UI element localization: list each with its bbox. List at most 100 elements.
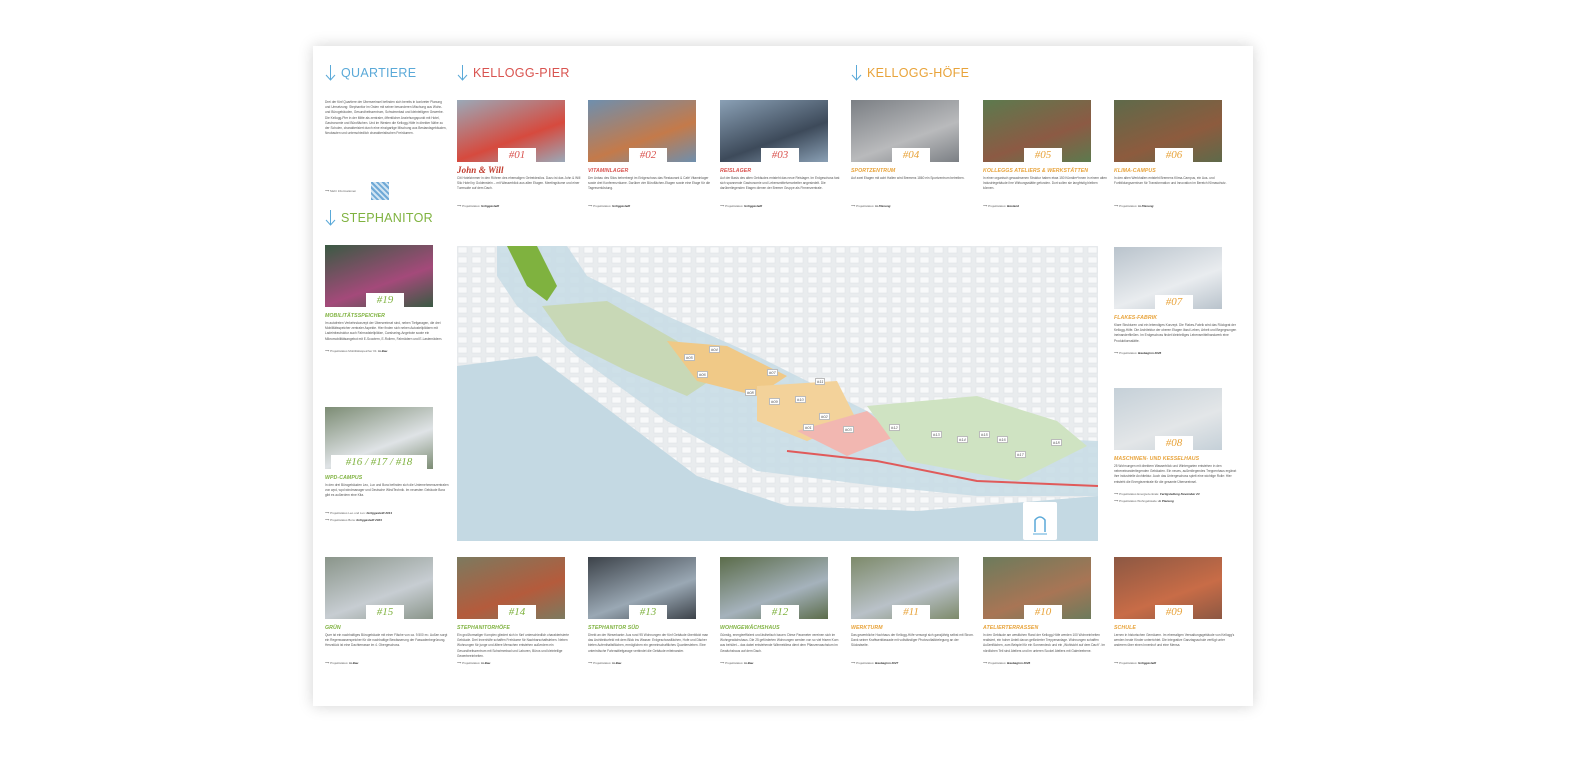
project-photo: #09 — [1114, 557, 1222, 619]
section-title: QUARTIERE — [341, 66, 417, 80]
status-value: Baubeginn 2026 — [1138, 351, 1162, 355]
more-info-link[interactable]: ⟶ Mehr Informationen — [325, 189, 356, 193]
section-title: KELLOGG-PIER — [473, 66, 570, 80]
status-label: ⟶ Projektstatus Leo und Lux: — [325, 511, 367, 515]
map-label[interactable]: #05 — [684, 354, 695, 361]
project-description: Lernen in historischen Gemäuern. Im ehem… — [1114, 633, 1235, 648]
status-value: fertiggestellt — [481, 204, 500, 208]
project-title: MASCHINEN- UND KESSELHAUS — [1114, 456, 1200, 462]
project-title: WPD-CAMPUS — [325, 475, 363, 481]
status-value: Baubeginn 2026 — [1007, 661, 1031, 665]
project-description: Im autofreien Verkehrskonzept der Überse… — [325, 321, 443, 341]
project-status: ⟶ Projektstatus Energiezentrale: Fertigs… — [1114, 492, 1200, 496]
project-photo: #03 — [720, 100, 828, 162]
map-label[interactable]: #02 — [819, 413, 830, 420]
project-description: Klare Strukturen und ein lebendiges Konz… — [1114, 323, 1237, 343]
project-status: ⟶ Projektstatus: in Bau — [457, 661, 490, 665]
project-title: STEPHANITOR SÜD — [588, 625, 639, 631]
intro-text: Drei der fünf Quartiere der Überseeinsel… — [325, 100, 447, 136]
map-label[interactable]: #14 — [957, 436, 968, 443]
project-status: ⟶ Projektstatus: Baubeginn 2026 — [1114, 351, 1161, 355]
project-description: In einer organisch gewachsenen Struktur … — [983, 176, 1107, 191]
project-description: In den drei Bürogebäuden Leo, Lux und Bo… — [325, 483, 449, 498]
project-description: In den alten Werkhallen entsteht Bremens… — [1114, 176, 1227, 186]
map-label[interactable]: #16 — [997, 436, 1008, 443]
site-map: #04 #05 #06 #07 #08 #09 #10 #01 #02 #03 #11 #12 #13 #… — [457, 246, 1098, 541]
status-value: fertiggestellt — [612, 204, 631, 208]
project-title: WERKTURM — [851, 625, 883, 631]
project-description: Ein großformatiger Komplex gliedert sich… — [457, 633, 569, 658]
project-title: SPORTZENTRUM — [851, 168, 896, 174]
status-value: in Bau — [744, 661, 754, 665]
arrow-down-icon — [851, 65, 862, 81]
project-photo: #06 — [1114, 100, 1222, 162]
section-header-kellogg-pier: KELLOGG-PIER — [457, 64, 570, 82]
project-photo: #11 — [851, 557, 959, 619]
status-label: ⟶ Projektstatus: — [457, 204, 482, 208]
status-label: ⟶ Projektstatus: — [1114, 661, 1139, 665]
map-label[interactable]: #11 — [815, 378, 826, 385]
qr-code[interactable] — [371, 182, 389, 200]
status-value: Fertigstellung November 24 — [1160, 492, 1200, 496]
section-header-kellogg-hoefe: KELLOGG-HÖFE — [851, 64, 969, 82]
map-label[interactable]: #06 — [697, 371, 708, 378]
status-label: ⟶ Projektstatus Mobilitätsspeicher 01: — [325, 349, 379, 353]
status-label: ⟶ Projektstatus: — [325, 661, 350, 665]
project-title: ATELIERTERRASSEN — [983, 625, 1039, 631]
section-title: KELLOGG-HÖFE — [867, 66, 970, 80]
project-number: #01 — [498, 148, 536, 162]
project-number: #12 — [761, 605, 799, 619]
map-label[interactable]: #09 — [769, 398, 780, 405]
project-title: WOHNGEWÄCHSHAUS — [720, 625, 780, 631]
status-label: ⟶ Projektstatus: — [457, 661, 482, 665]
status-label: ⟶ Projektstatus: — [851, 661, 876, 665]
project-status: ⟶ Projektstatus: in Bau — [720, 661, 753, 665]
map-label[interactable]: #08 — [745, 389, 756, 396]
arrow-down-icon — [457, 65, 468, 81]
project-status: ⟶ Projektstatus: Baubeginn 2026 — [983, 661, 1030, 665]
project-photo: #16 / #17 / #18 — [325, 407, 433, 469]
map-label[interactable]: #07 — [767, 369, 778, 376]
project-title: VITAMINLAGER — [588, 168, 629, 174]
status-value: in Planung — [875, 204, 891, 208]
status-value: in Planung — [1138, 204, 1154, 208]
map-label[interactable]: #13 — [931, 431, 942, 438]
status-value: Baubeginn 2027 — [875, 661, 899, 665]
project-title: FLAKES-FABRIK — [1114, 315, 1158, 321]
map-label[interactable]: #17 — [1015, 451, 1026, 458]
status-value: in Bau — [349, 661, 359, 665]
project-photo: #13 — [588, 557, 696, 619]
status-value: fertiggestellt 2013 — [366, 511, 393, 515]
status-label: ⟶ Projektstatus Bora: — [325, 518, 357, 522]
status-label: ⟶ Projektstatus Wohngebäude: — [1114, 499, 1159, 503]
project-number: #15 — [366, 605, 404, 619]
project-number: #04 — [892, 148, 930, 162]
map-label[interactable]: #18 — [1051, 439, 1062, 446]
map-label[interactable]: #12 — [889, 424, 900, 431]
map-label[interactable]: #04 — [709, 346, 720, 353]
project-title: MOBILITÄTSSPEICHER — [325, 313, 386, 319]
project-title: REISLAGER — [720, 168, 752, 174]
arrow-down-icon — [325, 65, 336, 81]
project-description: Der Anbau des Silos beherbergt im Erdges… — [588, 176, 711, 191]
map-label[interactable]: #03 — [843, 426, 854, 433]
project-photo: #10 — [983, 557, 1091, 619]
anchor-icon — [1033, 516, 1047, 535]
project-status-2: ⟶ Projektstatus Bora: fertiggestellt 202… — [325, 518, 382, 522]
map-label[interactable]: #01 — [803, 424, 814, 431]
map-label[interactable]: #15 — [979, 431, 990, 438]
arrow-down-icon — [325, 210, 336, 226]
project-title: GRÜN — [325, 625, 341, 631]
project-description: 25 Wohnungen mit direktem Wasserblick un… — [1114, 464, 1237, 484]
status-value: fertiggestellt — [1138, 661, 1157, 665]
project-status: ⟶ Projektstatus: in Planung — [1114, 204, 1154, 208]
project-photo: #02 — [588, 100, 696, 162]
project-number: #19 — [366, 293, 404, 307]
status-value: in Bau — [378, 349, 388, 353]
map-label[interactable]: #10 — [795, 396, 806, 403]
project-status: ⟶ Projektstatus Mobilitätsspeicher 01: i… — [325, 349, 387, 353]
project-photo: #14 — [457, 557, 565, 619]
project-status: ⟶ Projektstatus: fertiggestellt — [1114, 661, 1156, 665]
project-title: KOLLEGGS ATELIERS & WERKSTÄTTEN — [983, 168, 1089, 174]
project-description: Günstig, energieeffizient und ästhetisch… — [720, 633, 839, 653]
